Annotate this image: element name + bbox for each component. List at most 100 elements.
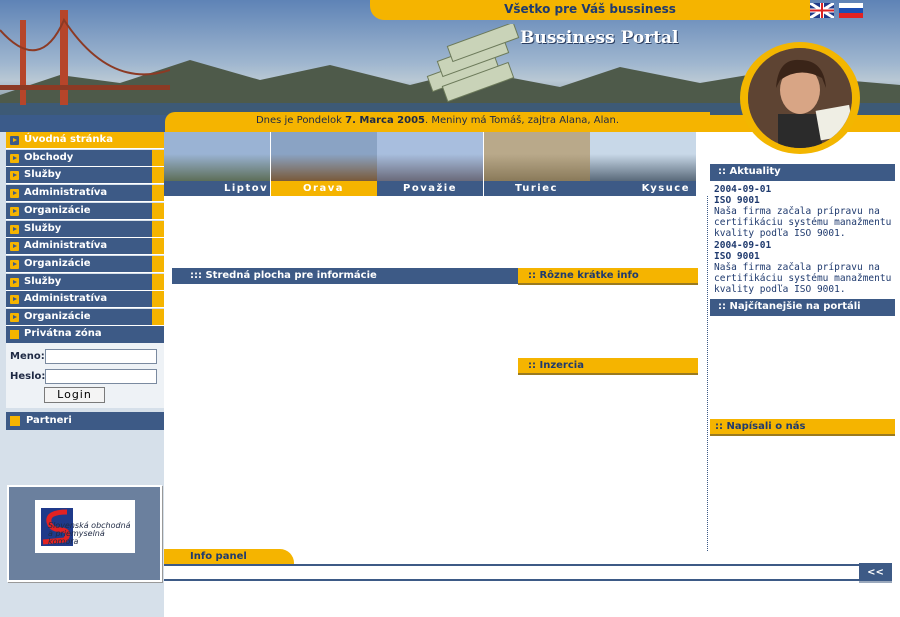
regions-strip: Liptov Orava Považie Turiec Kysuce: [164, 132, 710, 196]
main-info-title: ::: Stredná plocha pre informácie: [172, 268, 520, 284]
news-title: ISO 9001: [714, 251, 760, 262]
nav-item[interactable]: Organizácie: [6, 202, 164, 220]
news-title: ISO 9001: [714, 195, 760, 206]
nav-item-label: Služby: [24, 169, 62, 181]
english-flag-icon[interactable]: [809, 1, 835, 20]
name-label: Meno:: [10, 351, 45, 362]
region-label: Liptov: [164, 181, 270, 196]
info-panel-ticker: [164, 564, 859, 581]
businesswoman-photo: [748, 48, 852, 148]
nav-item-label: Organizácie: [24, 257, 91, 269]
password-label: Heslo:: [10, 371, 46, 382]
password-input[interactable]: [45, 369, 157, 384]
nav-item-stripe: [152, 202, 164, 219]
nav-item[interactable]: Služby: [6, 167, 164, 185]
nav-item-stripe: [152, 149, 164, 166]
nav-item[interactable]: Obchody: [6, 149, 164, 167]
region-tile[interactable]: Turiec: [483, 132, 590, 196]
nav-item[interactable]: Administratíva: [6, 291, 164, 309]
news-item[interactable]: 2004-09-01 ISO 9001 Naša firma začala príp…: [714, 184, 894, 239]
region-tile[interactable]: Orava: [270, 132, 377, 196]
date-nameday-text: Dnes je Pondelok 7. Marca 2005. Meniny m…: [165, 115, 710, 126]
login-button[interactable]: Login: [44, 387, 105, 403]
nav-item[interactable]: Služby: [6, 220, 164, 238]
nav-item[interactable]: Úvodná stránka: [6, 132, 164, 149]
nav-item-label: Organizácie: [24, 311, 91, 322]
region-tile[interactable]: Kysuce: [590, 132, 696, 196]
nav-item-label: Služby: [24, 275, 62, 287]
region-photo: [164, 132, 270, 181]
region-photo: [270, 132, 377, 181]
brand-title: Bussiness Portal: [520, 28, 679, 48]
most-read-header: :: Najčítanejšie na portáli: [710, 299, 895, 316]
date-prefix: Dnes je Pondelok: [255, 115, 346, 126]
nav-item[interactable]: Organizácie: [6, 309, 164, 326]
money-stack-image: [426, 24, 520, 103]
news-item[interactable]: 2004-09-01 ISO 9001 Naša firma začala príp…: [714, 240, 894, 295]
short-info-title: :: Rôzne krátke info: [518, 268, 698, 285]
private-zone-label: Privátna zóna: [24, 328, 102, 339]
region-label: Kysuce: [590, 181, 696, 196]
news-text: Naša firma začala prípravu na certifikác…: [714, 206, 892, 239]
nav-item-label: Obchody: [24, 151, 74, 163]
wrote-about-us-header: :: Napísali o nás: [710, 419, 895, 436]
arrow-icon: [10, 171, 19, 181]
nav-item[interactable]: Služby: [6, 273, 164, 291]
name-input[interactable]: [45, 349, 157, 364]
arrow-icon: [10, 189, 19, 199]
region-label: Považie: [377, 181, 483, 196]
partners-label: Partneri: [26, 415, 72, 426]
arrow-icon: [10, 259, 19, 269]
nav-item-label: Administratíva: [24, 187, 108, 199]
nav-item-stripe: [152, 291, 164, 308]
nav-item-label: Administratíva: [24, 293, 108, 305]
nav-item[interactable]: Administratíva: [6, 185, 164, 203]
arrow-icon: [10, 136, 19, 145]
arrow-icon: [10, 330, 19, 339]
date-suffix: . Meniny má Tomáš, zajtra Alana, Alan.: [425, 115, 620, 126]
region-photo: [483, 132, 590, 181]
nav-item-stripe: [152, 309, 164, 325]
nav-item[interactable]: Organizácie: [6, 255, 164, 273]
region-photo: [377, 132, 483, 181]
private-zone-header: Privátna zóna: [6, 326, 164, 343]
nav-item-stripe: [152, 185, 164, 202]
slovak-flag-icon[interactable]: [839, 3, 863, 18]
nav-item-stripe: [152, 273, 164, 290]
language-flags: [809, 1, 866, 20]
column-divider: [707, 196, 708, 551]
arrow-icon: [10, 206, 19, 216]
partner-logo-text: Slovenská obchodná a priemyselná komora: [48, 521, 131, 546]
arrow-icon: [10, 153, 19, 163]
region-tile[interactable]: Liptov: [164, 132, 270, 196]
arrow-icon: [10, 295, 19, 305]
nav-item-label: Administratíva: [24, 240, 108, 252]
arrow-icon: [10, 313, 19, 322]
partners-header: Partneri: [6, 412, 164, 430]
nav-item-stripe: [152, 220, 164, 237]
golden-gate-bridge-image: [0, 10, 170, 105]
news-text: Naša firma začala prípravu na certifikác…: [714, 262, 892, 295]
info-panel-tab: Info panel: [164, 549, 294, 564]
region-tile[interactable]: Považie: [377, 132, 483, 196]
nav-item-stripe: [152, 238, 164, 255]
region-label: Orava: [270, 181, 377, 196]
news-date: 2004-09-01: [714, 240, 772, 251]
nav-item-stripe: [152, 255, 164, 272]
nav-item-label: Služby: [24, 222, 62, 234]
date-value: 7. Marca 2005: [345, 115, 425, 126]
nav-item[interactable]: Administratíva: [6, 238, 164, 256]
tagline: Všetko pre Váš bussiness: [504, 2, 676, 16]
nav-item-label: Úvodná stránka: [24, 134, 113, 145]
ads-title: :: Inzercia: [518, 358, 698, 375]
arrow-icon: [10, 277, 19, 287]
arrow-icon: [10, 224, 19, 234]
arrow-icon: [10, 416, 20, 426]
arrow-icon: [10, 242, 19, 252]
news-date: 2004-09-01: [714, 184, 772, 195]
info-panel-toggle-button[interactable]: <<: [859, 563, 892, 583]
nav-item-label: Organizácie: [24, 204, 91, 216]
region-label: Turiec: [483, 181, 590, 196]
news-header: :: Aktuality: [710, 164, 895, 181]
nav-item-stripe: [152, 167, 164, 184]
